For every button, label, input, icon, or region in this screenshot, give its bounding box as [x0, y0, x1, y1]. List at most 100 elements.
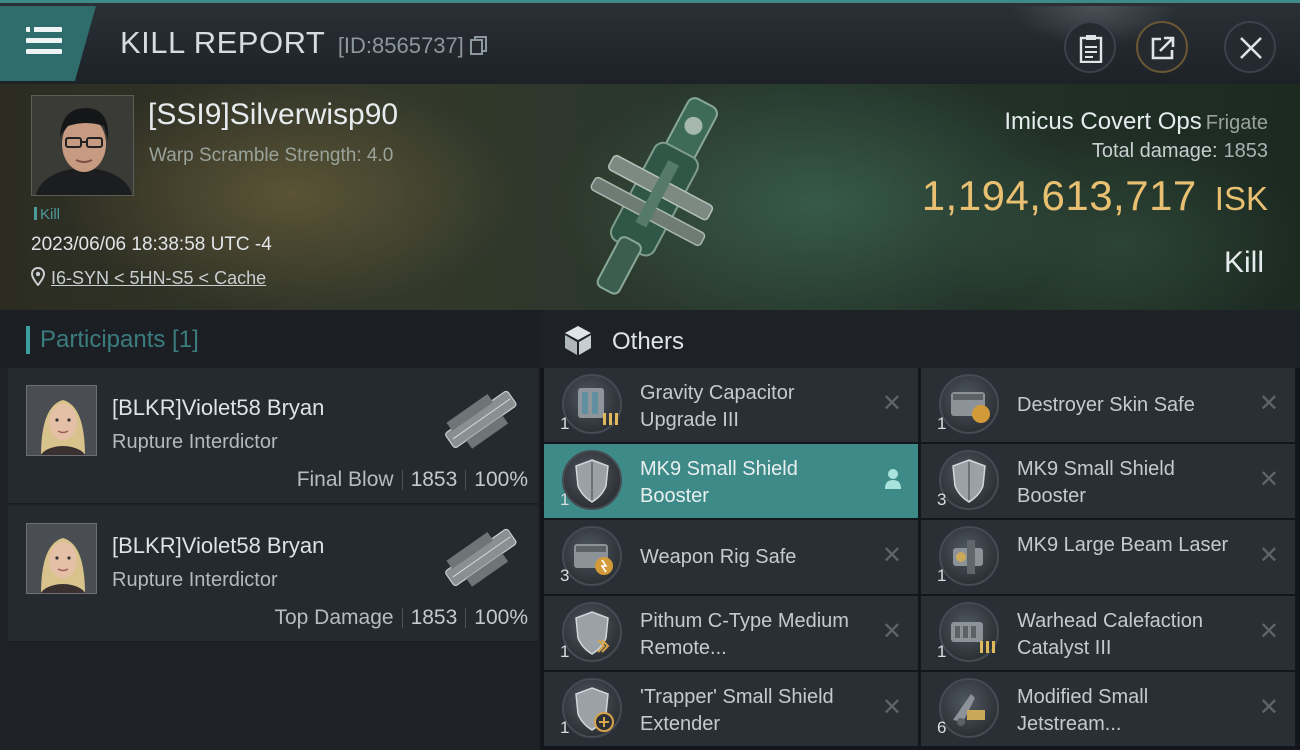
participants-accent-bar — [26, 326, 30, 354]
item-quantity: 1 — [937, 566, 947, 585]
share-icon — [1151, 36, 1175, 60]
others-header: Others — [540, 310, 1300, 368]
item-row[interactable]: 3 Weapon Rig Safe ✕ — [544, 520, 918, 594]
victim-ship-name[interactable]: Imicus Covert Ops — [1004, 108, 1201, 135]
item-name: MK9 Small Shield Booster — [640, 458, 798, 507]
location-link[interactable]: I6-SYN < 5HN-S5 < Cache — [51, 268, 266, 288]
beam-laser-icon — [939, 526, 999, 586]
item-quantity: 3 — [937, 490, 947, 509]
victim-avatar[interactable] — [31, 95, 134, 196]
item-name: Pithum C-Type Medium Remote... — [640, 610, 849, 659]
item-row[interactable]: 1 Pithum C-Type Medium Remote... ✕ — [544, 596, 918, 670]
item-row[interactable]: 6 Modified Small Jetstream... ✕ — [921, 672, 1295, 746]
dropped-person-icon — [884, 468, 902, 496]
clipboard-icon — [1079, 35, 1103, 63]
item-row[interactable]: 1 MK9 Large Beam Laser ✕ — [921, 520, 1295, 594]
total-damage: Total damage: 1853 — [1092, 140, 1268, 163]
item-quantity: 1 — [937, 414, 947, 433]
menu-button[interactable] — [0, 6, 96, 81]
participant-row[interactable]: [BLKR]Violet58 Bryan Rupture Interdictor… — [8, 368, 538, 504]
copy-icon[interactable] — [470, 36, 488, 61]
report-button[interactable] — [1064, 21, 1116, 73]
shield-booster-icon — [562, 450, 622, 510]
participant-role: Top Damage — [274, 606, 394, 629]
item-quantity: 3 — [560, 566, 570, 585]
kill-id: [ID:8565737] — [337, 33, 464, 58]
participant-name[interactable]: [BLKR]Violet58 Bryan — [112, 395, 324, 421]
participant-name[interactable]: [BLKR]Violet58 Bryan — [112, 533, 324, 559]
others-panel: Others 1 Gravity Capacitor Upgrade III ✕… — [540, 310, 1300, 750]
victim-name[interactable]: [SSI9]Silverwisp90 — [148, 98, 398, 132]
participants-panel: Participants [1] [BLKR]Violet58 Bryan Ru… — [0, 310, 540, 750]
close-button[interactable] — [1224, 21, 1276, 73]
participant-stats: Final Blow 1853 100% — [297, 468, 528, 492]
isk-value: 1,194,613,717 — [921, 172, 1197, 219]
participants-title: Participants [1] — [40, 326, 199, 353]
remote-shield-icon — [562, 602, 622, 662]
destroyed-icon: ✕ — [1258, 694, 1279, 721]
top-bar: KILL REPORT [ID:8565737] — [0, 0, 1300, 84]
victim-banner: [SSI9]Silverwisp90 Warp Scramble Strengt… — [0, 84, 1300, 310]
others-title: Others — [612, 328, 685, 355]
item-name: Weapon Rig Safe — [640, 546, 797, 568]
participant-avatar[interactable] — [26, 385, 97, 456]
hamburger-icon — [26, 27, 62, 54]
warp-scramble-strength: Warp Scramble Strength: 4.0 — [149, 145, 394, 166]
close-icon — [1240, 37, 1262, 59]
title-block: KILL REPORT [ID:8565737] — [120, 25, 488, 61]
item-quantity: 1 — [560, 642, 570, 661]
destroyed-icon: ✕ — [1258, 618, 1279, 645]
participant-damage: 1853 — [410, 468, 458, 491]
participant-percent: 100% — [474, 468, 528, 491]
item-quantity: 1 — [560, 414, 570, 433]
total-damage-label: Total damage: — [1091, 140, 1218, 162]
participant-ship: Rupture Interdictor — [112, 569, 278, 591]
item-quantity: 1 — [937, 642, 947, 661]
participant-damage: 1853 — [410, 606, 458, 629]
victim-ship-line: Imicus Covert Ops Frigate — [1004, 108, 1268, 136]
item-row[interactable]: 1 'Trapper' Small Shield Extender ✕ — [544, 672, 918, 746]
stat-divider — [465, 470, 467, 491]
item-name: 'Trapper' Small Shield Extender — [640, 686, 834, 735]
item-quantity: 1 — [560, 718, 570, 737]
result-label: Kill — [1223, 246, 1264, 279]
stat-divider — [465, 608, 467, 629]
isk-value-line: 1,194,613,717 ISK — [922, 172, 1268, 220]
skin-safe-icon — [939, 374, 999, 434]
item-row[interactable]: 3 MK9 Small Shield Booster ✕ — [921, 444, 1295, 518]
participant-ship: Rupture Interdictor — [112, 431, 278, 453]
destroyed-icon: ✕ — [881, 390, 902, 417]
rig-safe-icon — [562, 526, 622, 586]
destroyed-icon: ✕ — [881, 542, 902, 569]
item-row[interactable]: 1 Warhead Calefaction Catalyst III ✕ — [921, 596, 1295, 670]
tech-level-badge-icon — [603, 413, 618, 425]
destroyed-icon: ✕ — [881, 618, 902, 645]
destroyed-icon: ✕ — [881, 694, 902, 721]
participant-avatar[interactable] — [26, 523, 97, 594]
location[interactable]: I6-SYN < 5HN-S5 < Cache — [30, 266, 266, 289]
item-quantity: 1 — [560, 490, 570, 509]
item-name: Warhead Calefaction Catalyst III — [1017, 610, 1204, 659]
victim-ship-class: Frigate — [1205, 112, 1268, 134]
stat-divider — [401, 608, 403, 629]
item-name: Modified Small Jetstream... — [1017, 686, 1149, 735]
shield-booster-icon — [939, 450, 999, 510]
item-name: MK9 Large Beam Laser — [1017, 534, 1229, 556]
participants-header: Participants [1] — [0, 310, 540, 368]
item-name: MK9 Small Shield Booster — [1017, 458, 1175, 507]
participant-row[interactable]: [BLKR]Violet58 Bryan Rupture Interdictor… — [8, 506, 538, 642]
kill-tag-bar-icon — [34, 207, 37, 220]
item-name: Destroyer Skin Safe — [1017, 394, 1195, 416]
page-title: KILL REPORT — [120, 25, 326, 60]
share-button[interactable] — [1136, 21, 1188, 73]
destroyed-icon: ✕ — [1258, 390, 1279, 417]
item-row-selected[interactable]: 1 MK9 Small Shield Booster — [544, 444, 918, 518]
total-damage-value: 1853 — [1223, 140, 1269, 162]
participant-ship-icon — [445, 528, 517, 587]
item-row[interactable]: 1 Gravity Capacitor Upgrade III ✕ — [544, 368, 918, 442]
isk-unit: ISK — [1214, 180, 1268, 217]
destroyed-icon: ✕ — [1258, 542, 1279, 569]
participant-percent: 100% — [474, 606, 528, 629]
item-quantity: 6 — [937, 718, 947, 737]
item-row[interactable]: 1 Destroyer Skin Safe ✕ — [921, 368, 1295, 442]
